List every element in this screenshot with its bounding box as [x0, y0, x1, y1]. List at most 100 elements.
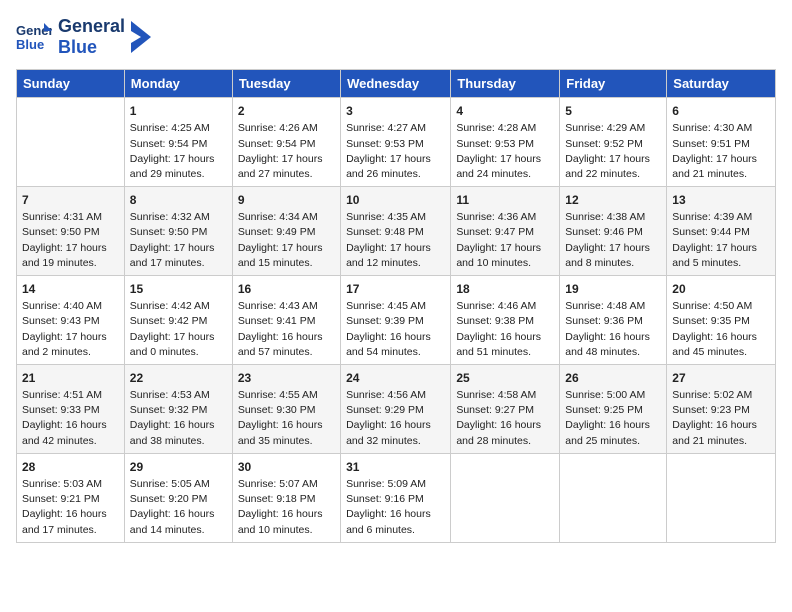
day-number: 10 [346, 191, 445, 209]
calendar-cell [560, 453, 667, 542]
day-header-saturday: Saturday [667, 70, 776, 98]
day-info: Sunrise: 4:46 AM Sunset: 9:38 PM Dayligh… [456, 299, 554, 360]
day-number: 19 [565, 280, 661, 298]
day-header-friday: Friday [560, 70, 667, 98]
day-number: 7 [22, 191, 119, 209]
day-number: 21 [22, 369, 119, 387]
day-number: 13 [672, 191, 770, 209]
calendar-cell: 19Sunrise: 4:48 AM Sunset: 9:36 PM Dayli… [560, 276, 667, 365]
calendar-cell: 25Sunrise: 4:58 AM Sunset: 9:27 PM Dayli… [451, 365, 560, 454]
day-info: Sunrise: 4:32 AM Sunset: 9:50 PM Dayligh… [130, 210, 227, 271]
day-number: 30 [238, 458, 335, 476]
day-header-tuesday: Tuesday [232, 70, 340, 98]
calendar-week-row: 21Sunrise: 4:51 AM Sunset: 9:33 PM Dayli… [17, 365, 776, 454]
calendar-cell: 15Sunrise: 4:42 AM Sunset: 9:42 PM Dayli… [124, 276, 232, 365]
day-info: Sunrise: 4:50 AM Sunset: 9:35 PM Dayligh… [672, 299, 770, 360]
day-number: 22 [130, 369, 227, 387]
calendar-cell [17, 98, 125, 187]
day-header-sunday: Sunday [17, 70, 125, 98]
day-number: 6 [672, 102, 770, 120]
day-info: Sunrise: 4:25 AM Sunset: 9:54 PM Dayligh… [130, 121, 227, 182]
day-number: 4 [456, 102, 554, 120]
day-info: Sunrise: 4:43 AM Sunset: 9:41 PM Dayligh… [238, 299, 335, 360]
day-info: Sunrise: 4:45 AM Sunset: 9:39 PM Dayligh… [346, 299, 445, 360]
day-info: Sunrise: 5:05 AM Sunset: 9:20 PM Dayligh… [130, 477, 227, 538]
logo-line2: Blue [58, 37, 125, 58]
day-number: 9 [238, 191, 335, 209]
day-info: Sunrise: 4:55 AM Sunset: 9:30 PM Dayligh… [238, 388, 335, 449]
day-info: Sunrise: 4:31 AM Sunset: 9:50 PM Dayligh… [22, 210, 119, 271]
calendar-cell: 27Sunrise: 5:02 AM Sunset: 9:23 PM Dayli… [667, 365, 776, 454]
day-info: Sunrise: 4:28 AM Sunset: 9:53 PM Dayligh… [456, 121, 554, 182]
day-info: Sunrise: 5:09 AM Sunset: 9:16 PM Dayligh… [346, 477, 445, 538]
day-info: Sunrise: 5:00 AM Sunset: 9:25 PM Dayligh… [565, 388, 661, 449]
calendar-cell: 4Sunrise: 4:28 AM Sunset: 9:53 PM Daylig… [451, 98, 560, 187]
calendar-cell: 11Sunrise: 4:36 AM Sunset: 9:47 PM Dayli… [451, 187, 560, 276]
logo-arrow-icon [131, 21, 151, 53]
calendar-cell: 13Sunrise: 4:39 AM Sunset: 9:44 PM Dayli… [667, 187, 776, 276]
day-header-wednesday: Wednesday [341, 70, 451, 98]
calendar-cell: 28Sunrise: 5:03 AM Sunset: 9:21 PM Dayli… [17, 453, 125, 542]
calendar-cell: 3Sunrise: 4:27 AM Sunset: 9:53 PM Daylig… [341, 98, 451, 187]
calendar-cell: 20Sunrise: 4:50 AM Sunset: 9:35 PM Dayli… [667, 276, 776, 365]
calendar-cell: 29Sunrise: 5:05 AM Sunset: 9:20 PM Dayli… [124, 453, 232, 542]
day-info: Sunrise: 4:35 AM Sunset: 9:48 PM Dayligh… [346, 210, 445, 271]
calendar-cell: 2Sunrise: 4:26 AM Sunset: 9:54 PM Daylig… [232, 98, 340, 187]
day-number: 23 [238, 369, 335, 387]
day-info: Sunrise: 4:39 AM Sunset: 9:44 PM Dayligh… [672, 210, 770, 271]
calendar-cell: 21Sunrise: 4:51 AM Sunset: 9:33 PM Dayli… [17, 365, 125, 454]
calendar-cell: 31Sunrise: 5:09 AM Sunset: 9:16 PM Dayli… [341, 453, 451, 542]
page-header: General Blue General Blue [16, 16, 776, 57]
day-number: 28 [22, 458, 119, 476]
calendar-table: SundayMondayTuesdayWednesdayThursdayFrid… [16, 69, 776, 542]
day-header-thursday: Thursday [451, 70, 560, 98]
day-number: 20 [672, 280, 770, 298]
calendar-cell: 24Sunrise: 4:56 AM Sunset: 9:29 PM Dayli… [341, 365, 451, 454]
day-info: Sunrise: 4:51 AM Sunset: 9:33 PM Dayligh… [22, 388, 119, 449]
logo-icon: General Blue [16, 19, 52, 55]
calendar-cell: 18Sunrise: 4:46 AM Sunset: 9:38 PM Dayli… [451, 276, 560, 365]
day-number: 1 [130, 102, 227, 120]
day-number: 26 [565, 369, 661, 387]
calendar-cell: 23Sunrise: 4:55 AM Sunset: 9:30 PM Dayli… [232, 365, 340, 454]
day-info: Sunrise: 4:38 AM Sunset: 9:46 PM Dayligh… [565, 210, 661, 271]
day-info: Sunrise: 4:36 AM Sunset: 9:47 PM Dayligh… [456, 210, 554, 271]
calendar-cell: 17Sunrise: 4:45 AM Sunset: 9:39 PM Dayli… [341, 276, 451, 365]
day-number: 31 [346, 458, 445, 476]
day-number: 3 [346, 102, 445, 120]
calendar-cell: 16Sunrise: 4:43 AM Sunset: 9:41 PM Dayli… [232, 276, 340, 365]
calendar-cell: 7Sunrise: 4:31 AM Sunset: 9:50 PM Daylig… [17, 187, 125, 276]
day-number: 24 [346, 369, 445, 387]
day-info: Sunrise: 4:29 AM Sunset: 9:52 PM Dayligh… [565, 121, 661, 182]
calendar-cell: 10Sunrise: 4:35 AM Sunset: 9:48 PM Dayli… [341, 187, 451, 276]
day-number: 14 [22, 280, 119, 298]
calendar-cell [451, 453, 560, 542]
day-info: Sunrise: 4:56 AM Sunset: 9:29 PM Dayligh… [346, 388, 445, 449]
calendar-cell: 22Sunrise: 4:53 AM Sunset: 9:32 PM Dayli… [124, 365, 232, 454]
day-number: 18 [456, 280, 554, 298]
day-info: Sunrise: 4:34 AM Sunset: 9:49 PM Dayligh… [238, 210, 335, 271]
day-number: 8 [130, 191, 227, 209]
day-info: Sunrise: 4:26 AM Sunset: 9:54 PM Dayligh… [238, 121, 335, 182]
logo: General Blue General Blue [16, 16, 151, 57]
svg-text:Blue: Blue [16, 37, 44, 52]
day-number: 16 [238, 280, 335, 298]
calendar-cell: 30Sunrise: 5:07 AM Sunset: 9:18 PM Dayli… [232, 453, 340, 542]
day-info: Sunrise: 5:02 AM Sunset: 9:23 PM Dayligh… [672, 388, 770, 449]
day-info: Sunrise: 5:03 AM Sunset: 9:21 PM Dayligh… [22, 477, 119, 538]
day-header-monday: Monday [124, 70, 232, 98]
day-info: Sunrise: 4:42 AM Sunset: 9:42 PM Dayligh… [130, 299, 227, 360]
calendar-cell: 12Sunrise: 4:38 AM Sunset: 9:46 PM Dayli… [560, 187, 667, 276]
calendar-cell: 9Sunrise: 4:34 AM Sunset: 9:49 PM Daylig… [232, 187, 340, 276]
day-number: 5 [565, 102, 661, 120]
calendar-cell: 8Sunrise: 4:32 AM Sunset: 9:50 PM Daylig… [124, 187, 232, 276]
calendar-cell: 14Sunrise: 4:40 AM Sunset: 9:43 PM Dayli… [17, 276, 125, 365]
day-number: 2 [238, 102, 335, 120]
calendar-week-row: 1Sunrise: 4:25 AM Sunset: 9:54 PM Daylig… [17, 98, 776, 187]
day-info: Sunrise: 4:40 AM Sunset: 9:43 PM Dayligh… [22, 299, 119, 360]
day-info: Sunrise: 4:48 AM Sunset: 9:36 PM Dayligh… [565, 299, 661, 360]
day-number: 29 [130, 458, 227, 476]
calendar-week-row: 28Sunrise: 5:03 AM Sunset: 9:21 PM Dayli… [17, 453, 776, 542]
calendar-cell [667, 453, 776, 542]
calendar-week-row: 7Sunrise: 4:31 AM Sunset: 9:50 PM Daylig… [17, 187, 776, 276]
